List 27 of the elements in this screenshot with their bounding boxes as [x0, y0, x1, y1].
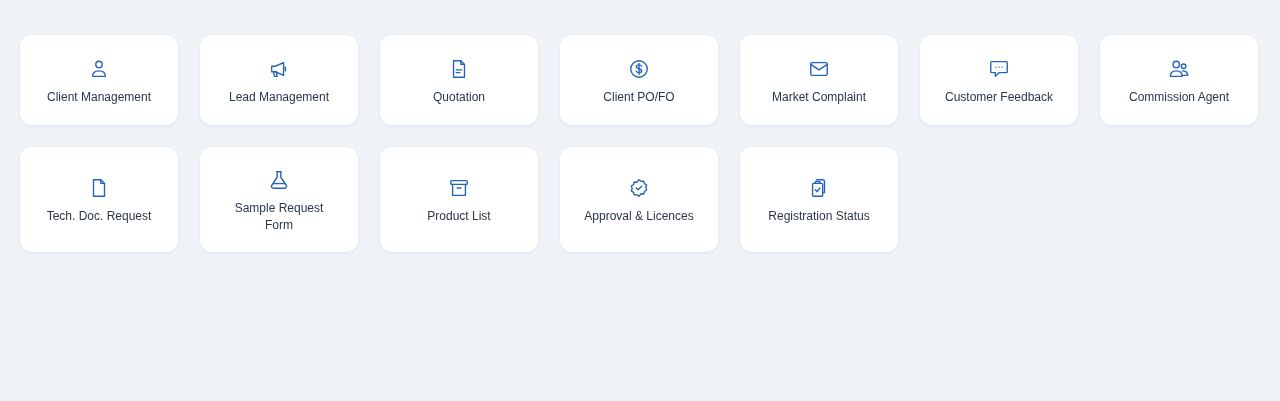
check-badge-icon	[628, 177, 650, 200]
module-card[interactable]: Commission Agent	[1100, 35, 1258, 125]
flask-icon	[268, 169, 290, 191]
module-label: Client Management	[46, 89, 152, 106]
module-label: Tech. Doc. Request	[46, 208, 152, 226]
module-label: Quotation	[432, 89, 485, 106]
module-card[interactable]: Lead Management	[200, 35, 358, 125]
module-card[interactable]: Client Management	[20, 35, 178, 125]
module-card[interactable]: Market Complaint	[740, 35, 898, 125]
module-label: Sample Request Form	[233, 200, 325, 234]
module-card[interactable]: Quotation	[380, 35, 538, 125]
dollar-icon	[628, 58, 650, 81]
module-card[interactable]: Tech. Doc. Request	[20, 147, 178, 252]
module-label: Client PO/FO	[603, 89, 675, 106]
module-label: Commission Agent	[1128, 89, 1229, 106]
module-card[interactable]: Client PO/FO	[560, 35, 718, 125]
module-label: Product List	[427, 208, 491, 226]
module-label: Lead Management	[228, 89, 330, 106]
module-label: Market Complaint	[772, 89, 866, 106]
module-card[interactable]: Registration Status	[740, 147, 898, 252]
module-label: Registration Status	[768, 208, 870, 226]
module-card[interactable]: Product List	[380, 147, 538, 252]
module-card[interactable]: Approval & Licences	[560, 147, 718, 252]
module-card[interactable]: Sample Request Form	[200, 147, 358, 252]
module-card[interactable]: Customer Feedback	[920, 35, 1078, 125]
module-label: Approval & Licences	[584, 208, 694, 226]
module-label: Customer Feedback	[944, 89, 1053, 106]
